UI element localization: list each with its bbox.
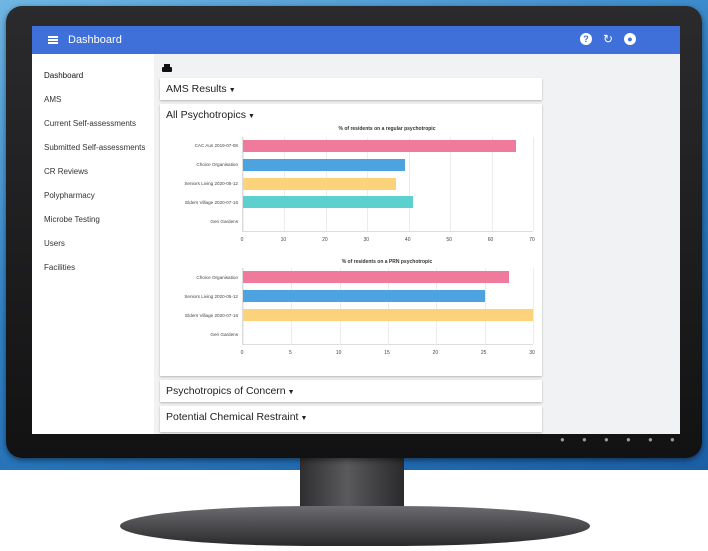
gridline	[533, 268, 534, 344]
chevron-down-icon: ▼	[300, 415, 308, 422]
monitor-button-icon: ●	[670, 435, 675, 444]
app-bar: Dashboard ? ↻ ●	[32, 26, 680, 54]
x-tick-label: 10	[280, 237, 287, 243]
monitor-button-icon: ●	[560, 435, 565, 444]
sidebar-item-ams[interactable]: AMS	[32, 88, 154, 112]
app-title: Dashboard	[68, 34, 122, 46]
category-label: CAC Aus 2019-07-08	[194, 143, 238, 149]
sidebar: Dashboard AMS Current Self-assessments S…	[32, 54, 154, 434]
help-icon[interactable]: ?	[580, 33, 592, 45]
category-label: Choice Organisation	[196, 274, 238, 280]
category-label: Geri Gardens	[210, 331, 238, 337]
monitor-button-icon: ●	[604, 435, 609, 444]
x-tick-label: 0	[240, 350, 244, 356]
chevron-down-icon: ▼	[228, 87, 236, 94]
gridline	[533, 137, 534, 231]
bar[interactable]	[243, 158, 405, 171]
x-tick-label: 5	[288, 350, 292, 356]
sidebar-item-polypharmacy[interactable]: Polypharmacy	[32, 184, 154, 208]
sidebar-item-dashboard[interactable]: Dashboard	[32, 64, 154, 88]
sidebar-item-cr-reviews[interactable]: CR Reviews	[32, 160, 154, 184]
sidebar-item-facilities[interactable]: Facilities	[32, 256, 154, 280]
x-tick-label: 15	[384, 350, 390, 356]
bar[interactable]	[243, 309, 533, 321]
monitor-button-icon: ●	[626, 435, 631, 444]
category-label: Elders Village 2020-07-16	[185, 312, 238, 318]
account-icon[interactable]: ●	[624, 33, 636, 45]
potential-chemical-restraint-panel[interactable]: Potential Chemical Restraint ▼	[160, 406, 542, 432]
main-content: AMS Results ▼ All Psychotropics ▼ % of res…	[154, 54, 680, 434]
chevron-down-icon: ▼	[287, 389, 295, 396]
x-tick-label: 60	[487, 237, 494, 243]
all-psychotropics-title[interactable]: All Psychotropics	[166, 109, 246, 121]
x-tick-label: 70	[529, 237, 535, 243]
category-label: Seniors Living 2020-05-12	[184, 293, 238, 299]
bar[interactable]	[243, 177, 397, 190]
category-label: Choice Organisation	[196, 162, 238, 168]
screen: Dashboard ? ↻ ● Dashboard AMS Current Se…	[32, 26, 680, 434]
psychotropics-of-concern-title: Psychotropics of Concern	[166, 385, 286, 397]
chart-title: % of residents on a regular psychotropic	[338, 126, 436, 132]
monitor-button-icon: ●	[582, 435, 587, 444]
x-tick-label: 0	[240, 237, 244, 243]
category-label: Seniors Living 2020-05-12	[184, 181, 238, 186]
sidebar-item-submitted-self-assessments[interactable]: Submitted Self-assessments	[32, 136, 154, 160]
chevron-down-icon[interactable]: ▼	[248, 113, 255, 120]
monitor-stand-base	[120, 506, 590, 546]
x-tick-label: 10	[335, 350, 342, 356]
category-label: Geri Gardens	[210, 218, 238, 224]
bar[interactable]	[243, 290, 485, 302]
bar[interactable]	[243, 196, 413, 209]
ams-results-title: AMS Results	[166, 83, 227, 95]
refresh-icon[interactable]: ↻	[602, 33, 614, 45]
x-tick-label: 40	[404, 237, 411, 243]
monitor-button-icon: ●	[648, 435, 653, 444]
psychotropics-of-concern-panel[interactable]: Psychotropics of Concern ▼	[160, 380, 542, 402]
bar[interactable]	[243, 271, 509, 283]
bar[interactable]	[243, 139, 517, 152]
x-tick-label: 30	[363, 237, 370, 243]
print-icon[interactable]	[162, 64, 172, 72]
x-tick-label: 50	[446, 237, 452, 243]
sidebar-item-microbe-testing[interactable]: Microbe Testing	[32, 208, 154, 232]
all-psychotropics-panel: All Psychotropics ▼ % of residents on a r…	[160, 104, 542, 376]
x-tick-label: 25	[480, 350, 487, 356]
sidebar-item-users[interactable]: Users	[32, 232, 154, 256]
chart-title: % of residents on a PRN psychotropic	[341, 259, 433, 265]
category-label: Elders Village 2020-07-16	[185, 199, 238, 205]
monitor-buttons: ● ● ● ● ● ●	[560, 436, 680, 444]
x-tick-label: 30	[529, 350, 535, 356]
x-tick-label: 20	[432, 350, 439, 356]
x-tick-label: 20	[322, 237, 328, 243]
sidebar-item-current-self-assessments[interactable]: Current Self-assessments	[32, 112, 154, 136]
ams-results-panel[interactable]: AMS Results ▼	[160, 78, 542, 100]
menu-icon[interactable]	[48, 36, 58, 44]
potential-chemical-restraint-title: Potential Chemical Restraint	[166, 411, 299, 423]
